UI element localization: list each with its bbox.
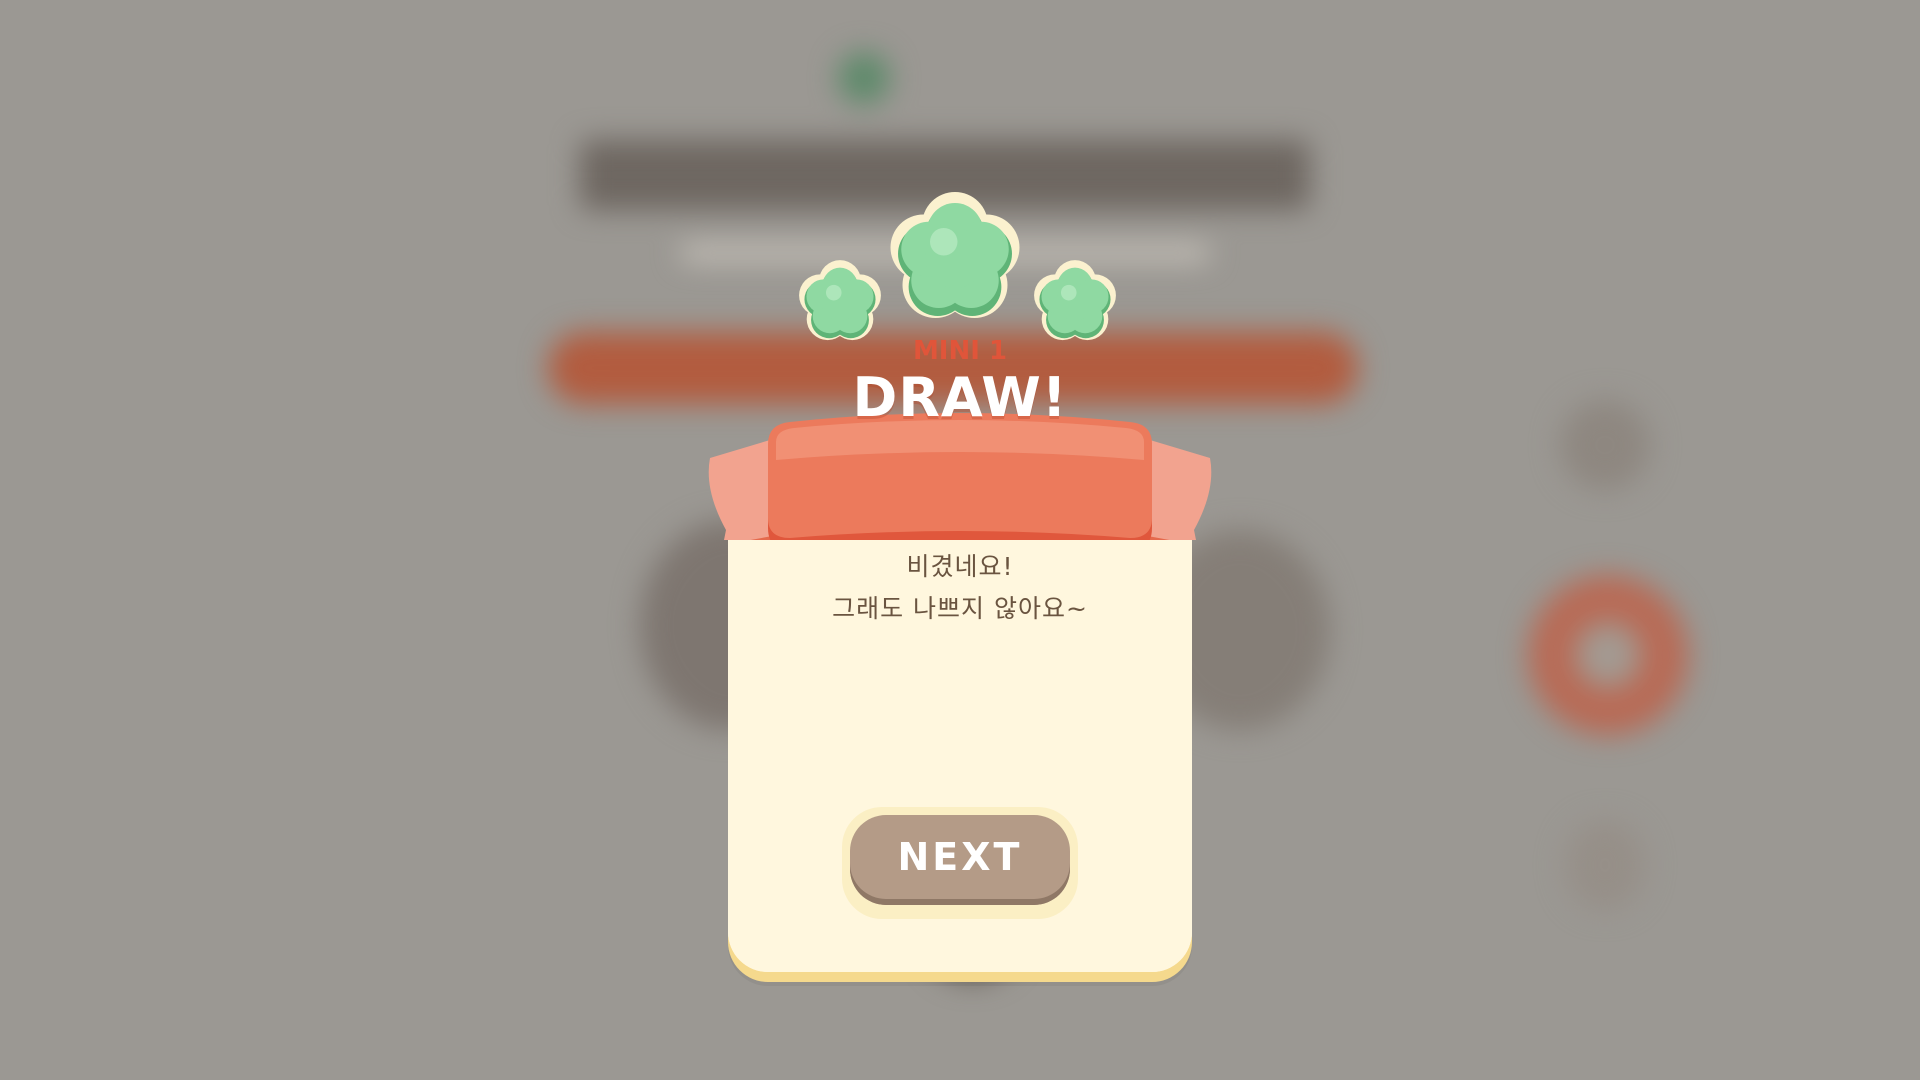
background-side-icon	[1565, 820, 1645, 910]
result-message: 비겼네요! 그래도 나쁘지 않아요~	[728, 546, 1192, 630]
background-logo-icon	[838, 52, 890, 104]
message-line-1: 비겼네요!	[906, 552, 1014, 581]
background-side-ring-center	[1575, 622, 1641, 688]
next-button[interactable]: NEXT	[850, 815, 1070, 905]
background-side-button	[1560, 400, 1650, 490]
message-line-2: 그래도 나쁘지 않아요~	[832, 594, 1088, 623]
clover-icon	[799, 260, 881, 341]
clover-icon	[890, 192, 1020, 318]
result-title: DRAW!	[852, 366, 1068, 429]
result-dialog: 비겼네요! 그래도 나쁘지 않아요~ MINI 1 DRAW! NEXT	[690, 180, 1230, 972]
clover-decoration	[799, 192, 1116, 341]
clover-icon	[1034, 260, 1116, 341]
next-button-frame: NEXT	[842, 807, 1078, 919]
game-screen: 비겼네요! 그래도 나쁘지 않아요~ MINI 1 DRAW! NEXT	[0, 0, 1920, 1080]
